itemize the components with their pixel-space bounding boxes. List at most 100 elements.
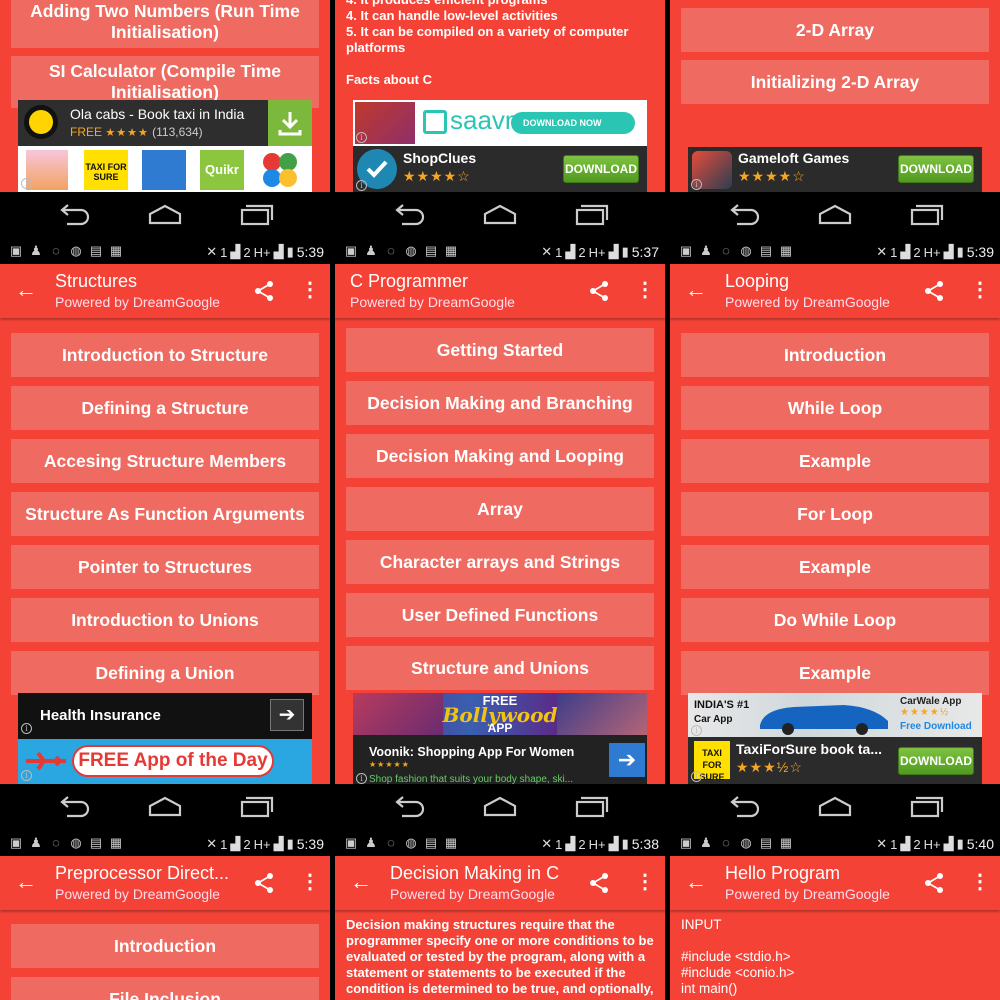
- download-icon[interactable]: [268, 100, 312, 146]
- chapter-button[interactable]: Character arrays and Strings: [346, 540, 654, 584]
- recents-nav-icon[interactable]: [236, 794, 276, 820]
- home-nav-icon[interactable]: [480, 202, 520, 228]
- home-nav-icon[interactable]: [815, 794, 855, 820]
- ad-banner[interactable]: Health Insurance ➔ FREE App of the Day i…: [18, 693, 312, 784]
- ad-info-icon[interactable]: i: [356, 773, 367, 784]
- chapter-button[interactable]: Getting Started: [346, 328, 654, 372]
- chapter-button[interactable]: User Defined Functions: [346, 593, 654, 637]
- bollywood-banner[interactable]: FREE Bollywood APP: [353, 693, 647, 735]
- chapter-button[interactable]: Decision Making and Branching: [346, 381, 654, 425]
- lesson-button[interactable]: Adding Two Numbers (Run Time Initialisat…: [11, 0, 319, 48]
- more-options-icon[interactable]: ⋮: [635, 278, 655, 302]
- home-nav-icon[interactable]: [480, 794, 520, 820]
- topic-button[interactable]: File Inclusion: [11, 977, 319, 1000]
- chapter-button[interactable]: Structure and Unions: [346, 646, 654, 690]
- signal-icon: ▟: [608, 836, 619, 851]
- banner-stars: ★★★★½: [900, 707, 950, 718]
- lesson-button[interactable]: Initializing 2-D Array: [681, 60, 989, 104]
- share-icon[interactable]: [253, 280, 275, 302]
- topic-button[interactable]: While Loop: [681, 386, 989, 430]
- chapter-button[interactable]: Array: [346, 487, 654, 531]
- topic-button[interactable]: Introduction: [11, 924, 319, 968]
- arrow-right-icon[interactable]: ➔: [609, 743, 645, 777]
- more-options-icon[interactable]: ⋮: [300, 870, 320, 894]
- ad-banner[interactable]: Gameloft Games ★★★★☆ DOWNLOAD i: [688, 147, 982, 192]
- recents-nav-icon[interactable]: [906, 794, 946, 820]
- recents-nav-icon[interactable]: [236, 202, 276, 228]
- home-nav-icon[interactable]: [145, 794, 185, 820]
- topic-button[interactable]: Accesing Structure Members: [11, 439, 319, 483]
- back-nav-icon[interactable]: [53, 202, 93, 228]
- ad-banner[interactable]: saavn DOWNLOAD NOW i ShopClues ★★★★☆ DOW…: [353, 100, 647, 192]
- app-tile[interactable]: [26, 150, 68, 190]
- topic-button[interactable]: Introduction to Unions: [11, 598, 319, 642]
- back-arrow-icon[interactable]: ←: [14, 870, 38, 894]
- hike-icon: ▦: [779, 243, 793, 258]
- more-options-icon[interactable]: ⋮: [970, 870, 990, 894]
- chapter-button[interactable]: Decision Making and Looping: [346, 434, 654, 478]
- back-nav-icon[interactable]: [388, 794, 428, 820]
- download-button[interactable]: DOWNLOAD: [563, 155, 639, 183]
- topic-button[interactable]: Introduction: [681, 333, 989, 377]
- back-nav-icon[interactable]: [53, 794, 93, 820]
- share-icon[interactable]: [588, 872, 610, 894]
- free-app-banner[interactable]: FREE App of the Day: [18, 739, 312, 784]
- topic-button[interactable]: Example: [681, 545, 989, 589]
- car-icon: [760, 705, 888, 735]
- lesson-button[interactable]: 2-D Array: [681, 8, 989, 52]
- topic-button[interactable]: Pointer to Structures: [11, 545, 319, 589]
- back-nav-icon[interactable]: [388, 202, 428, 228]
- saavn-banner[interactable]: saavn DOWNLOAD NOW: [353, 100, 647, 146]
- recents-nav-icon[interactable]: [571, 202, 611, 228]
- app-tile[interactable]: [258, 150, 302, 190]
- carwale-banner[interactable]: INDIA'S #1 Car App CarWale App ★★★★½ Fre…: [688, 693, 982, 737]
- more-options-icon[interactable]: ⋮: [300, 278, 320, 302]
- home-nav-icon[interactable]: [815, 202, 855, 228]
- topic-button[interactable]: Introduction to Structure: [11, 333, 319, 377]
- ad-title: TaxiForSure book ta...: [736, 741, 882, 757]
- back-arrow-icon[interactable]: ←: [14, 278, 38, 302]
- content-line: #include <conio.h>: [681, 965, 795, 980]
- saavn-download-button[interactable]: DOWNLOAD NOW: [511, 112, 635, 134]
- arrow-right-icon[interactable]: ➔: [270, 699, 304, 731]
- ad-info-icon[interactable]: i: [21, 770, 32, 781]
- back-arrow-icon[interactable]: ←: [684, 278, 708, 302]
- signal-icon: ▟: [900, 244, 911, 259]
- download-button[interactable]: DOWNLOAD: [898, 747, 974, 775]
- banner-cta[interactable]: Free Download: [900, 721, 972, 732]
- recents-nav-icon[interactable]: [906, 202, 946, 228]
- topic-button[interactable]: Example: [681, 651, 989, 695]
- ad-info-icon[interactable]: i: [691, 771, 702, 782]
- topic-button[interactable]: Structure As Function Arguments: [11, 492, 319, 536]
- ad-banner[interactable]: Ola cabs - Book taxi in India FREE ★★★★ …: [18, 100, 312, 192]
- share-icon[interactable]: [923, 872, 945, 894]
- ad-banner[interactable]: FREE Bollywood APP Voonik: Shopping App …: [353, 693, 647, 784]
- back-nav-icon[interactable]: [723, 794, 763, 820]
- more-options-icon[interactable]: ⋮: [635, 870, 655, 894]
- topic-button[interactable]: Example: [681, 439, 989, 483]
- share-icon[interactable]: [253, 872, 275, 894]
- topic-button[interactable]: Defining a Structure: [11, 386, 319, 430]
- topic-button[interactable]: For Loop: [681, 492, 989, 536]
- download-button[interactable]: DOWNLOAD: [898, 155, 974, 183]
- ad-info-icon[interactable]: i: [691, 725, 702, 736]
- ad-info-icon[interactable]: i: [21, 723, 32, 734]
- app-tile[interactable]: TAXI FOR SURE: [84, 150, 128, 190]
- recents-nav-icon[interactable]: [571, 794, 611, 820]
- ad-info-icon[interactable]: i: [356, 180, 367, 191]
- ad-info-icon[interactable]: i: [21, 178, 32, 189]
- back-nav-icon[interactable]: [723, 202, 763, 228]
- topic-button[interactable]: Defining a Union: [11, 651, 319, 695]
- share-icon[interactable]: [923, 280, 945, 302]
- back-arrow-icon[interactable]: ←: [349, 870, 373, 894]
- ad-info-icon[interactable]: i: [691, 179, 702, 190]
- back-arrow-icon[interactable]: ←: [684, 870, 708, 894]
- ad-banner[interactable]: INDIA'S #1 Car App CarWale App ★★★★½ Fre…: [688, 693, 982, 784]
- topic-button[interactable]: Do While Loop: [681, 598, 989, 642]
- more-options-icon[interactable]: ⋮: [970, 278, 990, 302]
- home-nav-icon[interactable]: [145, 202, 185, 228]
- app-tile[interactable]: [142, 150, 186, 190]
- app-tile[interactable]: Quikr: [200, 150, 244, 190]
- share-icon[interactable]: [588, 280, 610, 302]
- ad-info-icon[interactable]: i: [356, 132, 367, 143]
